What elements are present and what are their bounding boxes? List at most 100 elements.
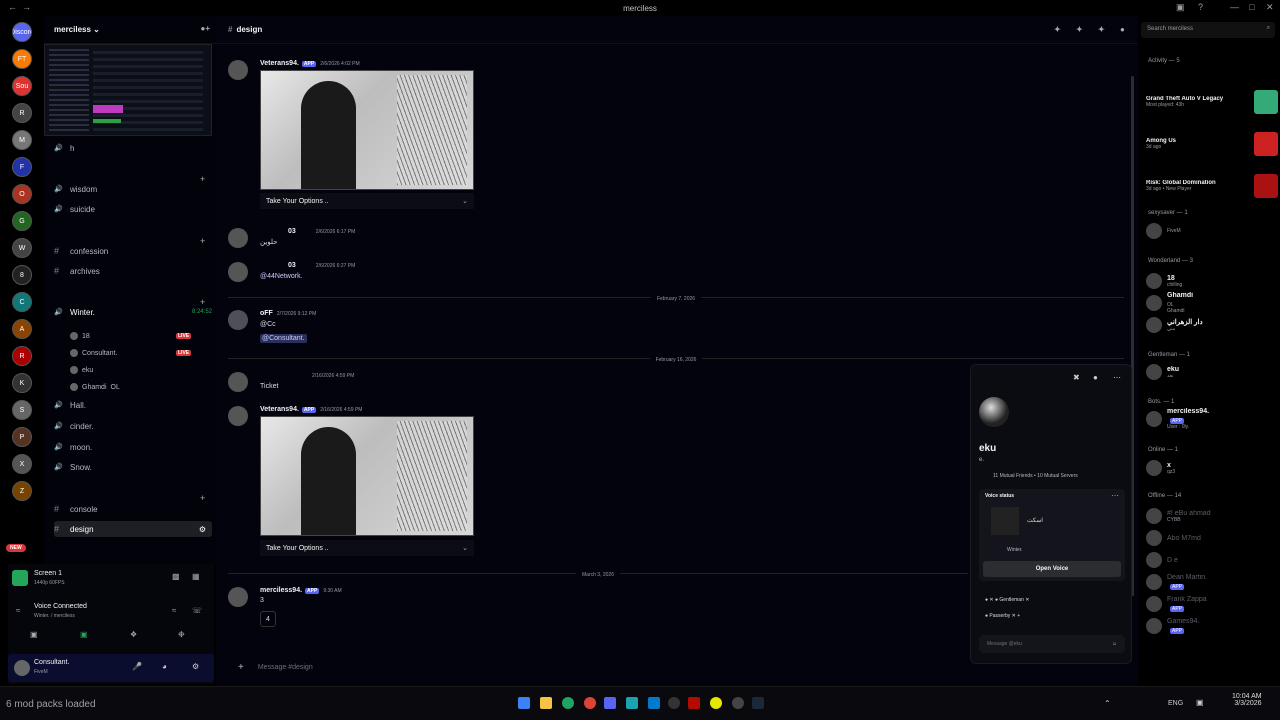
stream-settings-icon[interactable]: ▦	[192, 572, 200, 581]
channel-cinder[interactable]: 🔊 cinder.	[54, 418, 212, 434]
stream-preview[interactable]	[44, 44, 212, 136]
channel-moon[interactable]: 🔊 moon.	[54, 439, 212, 455]
message-author[interactable]: Veterans94. APP 2/6/2026 4:02 PM	[260, 60, 360, 67]
disconnect-icon[interactable]: ☏	[192, 606, 202, 615]
avatar[interactable]	[228, 310, 248, 330]
more-icon[interactable]: ⋯	[1113, 373, 1121, 382]
member-item[interactable]: x qz3	[1146, 457, 1278, 479]
options-dropdown-2[interactable]: Take Your Options .. ⌄	[260, 540, 474, 556]
server-icon[interactable]: G	[12, 211, 32, 231]
member-item[interactable]: #! eBu ahmad CYBB	[1146, 505, 1278, 527]
activities-icon[interactable]: ❖	[130, 630, 137, 639]
notifications-icon[interactable]: ✦	[1076, 25, 1083, 34]
activity-header[interactable]: Activity — 5	[1148, 58, 1180, 64]
settings-gear-icon[interactable]: ⚙	[192, 662, 199, 671]
server-icon[interactable]: S	[12, 400, 32, 420]
help-icon[interactable]: ?	[1198, 2, 1203, 12]
number-box[interactable]: 4	[260, 611, 276, 627]
channel-snow[interactable]: 🔊 Snow.	[54, 459, 212, 475]
server-icon[interactable]: C	[12, 292, 32, 312]
add-attachment-icon[interactable]: +	[238, 662, 244, 673]
avatar[interactable]	[228, 60, 248, 80]
activity-card[interactable]: Grand Theft Auto V Legacy Most played: 43…	[1146, 88, 1278, 116]
noise-suppression-icon[interactable]: ≈	[172, 606, 176, 615]
app-icon[interactable]	[626, 697, 638, 709]
message-author[interactable]: oFF 2/7/2026 9:12 PM	[260, 310, 316, 317]
server-icon[interactable]: F	[12, 157, 32, 177]
message-author[interactable]: 03 2/6/2026 6:17 PM	[288, 228, 355, 235]
signal-icon[interactable]: ≈	[16, 606, 20, 615]
role-chip[interactable]: ● ✕ ● Gentleman ✕	[985, 597, 1029, 603]
channel-hall[interactable]: 🔊 Hall.	[54, 397, 212, 413]
start-icon[interactable]	[518, 697, 530, 709]
mutual-info[interactable]: 11 Mutual Friends • 10 Mutual Servers	[993, 473, 1078, 479]
search-input[interactable]: Search merciless ⌕	[1141, 22, 1275, 38]
server-icon[interactable]: FT	[12, 49, 32, 69]
chrome-icon[interactable]	[584, 697, 596, 709]
acrobat-icon[interactable]	[688, 697, 700, 709]
clock[interactable]: 10:04 AM 3/3/2026	[1232, 693, 1262, 707]
mention[interactable]: @Consultant.	[260, 334, 307, 343]
member-item[interactable]: D e	[1146, 549, 1278, 571]
options-dropdown-1[interactable]: Take Your Options .. ⌄	[260, 193, 474, 209]
share-screen-icon[interactable]: ▣	[80, 630, 88, 639]
channel-archives[interactable]: # archives	[54, 263, 212, 279]
steam-icon[interactable]	[752, 697, 764, 709]
voice-user[interactable]: Ghamdi OL	[70, 383, 120, 391]
member-item[interactable]: 18 chilling	[1146, 270, 1278, 292]
inbox-icon[interactable]: ▣	[1176, 2, 1185, 13]
minimize-button[interactable]: —	[1230, 2, 1239, 12]
headphones-icon[interactable]: ◕	[162, 662, 167, 671]
channel-design[interactable]: # design ⚙	[54, 521, 212, 537]
add-member-icon[interactable]: ●+	[200, 24, 210, 33]
server-icon[interactable]: R	[12, 103, 32, 123]
open-voice-button[interactable]: Open Voice	[983, 561, 1121, 577]
emoji-icon[interactable]: ☺	[1112, 641, 1117, 647]
language[interactable]: ENG	[1168, 700, 1183, 707]
pin-icon[interactable]: ✦	[1098, 25, 1105, 34]
channel-wisdom[interactable]: 🔊 wisdom	[54, 181, 212, 197]
app3-icon[interactable]	[732, 697, 744, 709]
server-icon[interactable]: Discord	[12, 22, 32, 42]
microphone-icon[interactable]: 🎤	[132, 662, 142, 671]
server-icon[interactable]: O	[12, 184, 32, 204]
member-list-icon[interactable]: ●	[1120, 25, 1125, 34]
voice-user[interactable]: Consultant. LIVE	[70, 349, 192, 357]
channel-settings-icon[interactable]: ⚙	[199, 525, 206, 534]
stop-stream-icon[interactable]: ▩	[172, 572, 180, 581]
member-item[interactable]: merciless94. APP User : 0ly.	[1146, 408, 1278, 430]
member-item[interactable]: Frank Zappa APP	[1146, 593, 1278, 615]
member-item[interactable]: FiveM	[1146, 220, 1278, 242]
channel-confession[interactable]: # confession	[54, 243, 212, 259]
server-icon[interactable]: Z	[12, 481, 32, 501]
more-icon[interactable]: ⋯	[1111, 491, 1119, 500]
voice-user[interactable]: eku	[70, 366, 93, 374]
edge-icon[interactable]	[562, 697, 574, 709]
channel-h[interactable]: 🔊 h	[54, 140, 212, 156]
maximize-button[interactable]: □	[1249, 2, 1254, 12]
avatar[interactable]	[228, 262, 248, 282]
avatar[interactable]	[228, 372, 248, 392]
close-button[interactable]: ✕	[1266, 2, 1274, 13]
explorer-icon[interactable]	[540, 697, 552, 709]
server-icon[interactable]: W	[12, 238, 32, 258]
role-chip[interactable]: ● Passerby ✕ +	[985, 613, 1020, 619]
avatar[interactable]	[228, 406, 248, 426]
server-icon[interactable]: M	[12, 130, 32, 150]
app2-icon[interactable]	[710, 697, 722, 709]
add-friend-icon[interactable]: ●	[1093, 373, 1098, 382]
voice-user[interactable]: 18 LIVE	[70, 332, 192, 340]
channel-winter[interactable]: 🔊 Winter. 8:24:52	[54, 304, 212, 320]
soundboard-icon[interactable]: ❉	[178, 630, 185, 639]
message-text[interactable]: @44Network.	[260, 273, 303, 280]
avatar[interactable]	[228, 228, 248, 248]
message-mention[interactable]: @Consultant.	[260, 334, 307, 343]
message-author[interactable]: 03 2/6/2026 6:27 PM	[288, 262, 355, 269]
member-item[interactable]: Abo M7md	[1146, 527, 1278, 549]
profile-message-input[interactable]: Message @eku ☺	[979, 635, 1125, 653]
vscode-icon[interactable]	[648, 697, 660, 709]
server-icon[interactable]: A	[12, 319, 32, 339]
voice-channel[interactable]: Winter.	[1007, 547, 1023, 553]
server-icon[interactable]: Sou	[12, 76, 32, 96]
member-item[interactable]: Dean Martin. APP	[1146, 571, 1278, 593]
